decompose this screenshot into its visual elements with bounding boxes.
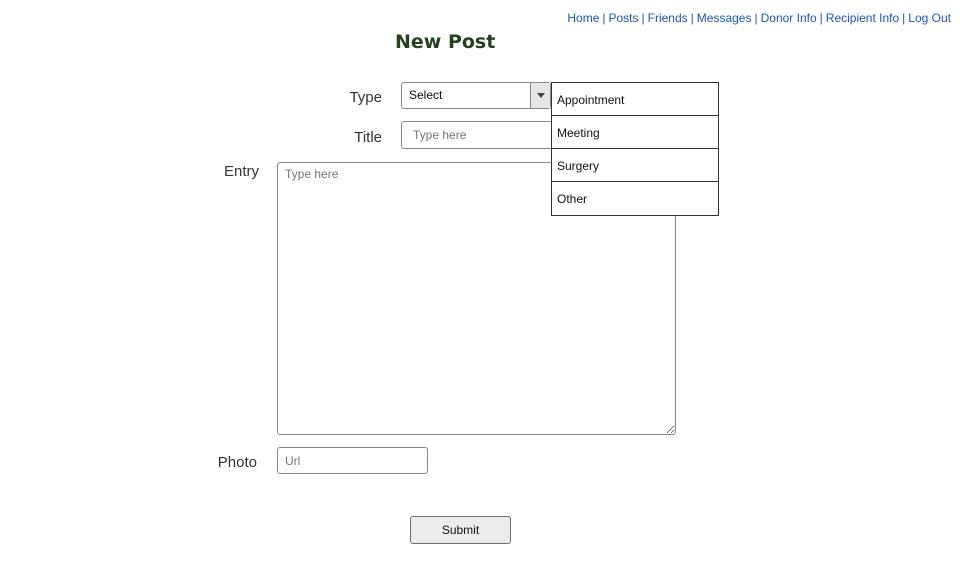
nav-log-out-link[interactable]: Log Out — [908, 11, 951, 25]
nav-separator: | — [690, 11, 694, 25]
type-select-value: Select — [409, 88, 443, 102]
type-option-surgery[interactable]: Surgery — [552, 149, 718, 182]
page-title: New Post — [395, 31, 496, 53]
nav-home-link[interactable]: Home — [567, 11, 599, 25]
nav-separator: | — [902, 11, 906, 25]
type-select-toggle[interactable] — [530, 83, 550, 108]
nav-separator: | — [819, 11, 823, 25]
nav-messages-link[interactable]: Messages — [697, 11, 752, 25]
nav-recipient-info-link[interactable]: Recipient Info — [826, 11, 899, 25]
photo-label: Photo — [217, 454, 257, 471]
title-input[interactable] — [401, 121, 553, 149]
nav-separator: | — [641, 11, 645, 25]
type-option-appointment[interactable]: Appointment — [552, 83, 718, 116]
submit-button[interactable]: Submit — [410, 516, 511, 544]
type-label: Type — [349, 89, 382, 106]
nav-separator: | — [602, 11, 606, 25]
type-option-meeting[interactable]: Meeting — [552, 116, 718, 149]
chevron-down-icon — [537, 93, 545, 98]
type-option-other[interactable]: Other — [552, 182, 718, 215]
nav-posts-link[interactable]: Posts — [609, 11, 639, 25]
title-label: Title — [354, 129, 382, 146]
entry-label: Entry — [223, 163, 259, 180]
nav-friends-link[interactable]: Friends — [648, 11, 688, 25]
type-select[interactable]: Select — [401, 82, 551, 109]
photo-url-input[interactable] — [277, 447, 428, 474]
nav-separator: | — [754, 11, 758, 25]
nav-donor-info-link[interactable]: Donor Info — [761, 11, 817, 25]
type-dropdown-menu: Appointment Meeting Surgery Other — [551, 82, 719, 216]
top-nav: Home | Posts | Friends | Messages | Donor Info | R… — [567, 11, 951, 25]
